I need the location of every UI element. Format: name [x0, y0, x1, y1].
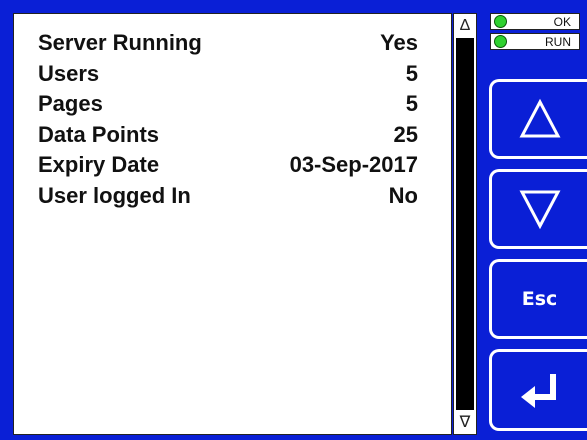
scroll-down-button[interactable]: ∇ [454, 410, 476, 434]
info-label: Data Points [38, 121, 160, 147]
info-value: No [388, 182, 418, 208]
info-row-expiry-date: Expiry Date 03-Sep-2017 [38, 150, 418, 181]
led-icon [494, 35, 507, 48]
enter-arrow-icon [520, 374, 556, 408]
info-value: 03-Sep-2017 [289, 152, 418, 177]
info-label: User logged In [38, 182, 191, 208]
triangle-down-icon [519, 190, 560, 230]
info-value: 25 [393, 121, 418, 147]
info-label: Users [38, 60, 100, 86]
scroll-track[interactable] [456, 38, 474, 410]
run-label: RUN [545, 34, 571, 49]
esc-button[interactable]: Esc [489, 259, 587, 339]
enter-button[interactable] [489, 349, 587, 431]
triangle-down-icon: ∇ [459, 414, 471, 431]
up-button[interactable] [489, 79, 587, 159]
scrollbar[interactable]: Δ ∇ [453, 13, 477, 435]
ok-label: OK [553, 14, 571, 29]
info-row-server-running: Server Running Yes [38, 28, 418, 59]
info-row-users: Users 5 [38, 59, 418, 90]
led-icon [494, 15, 507, 28]
scroll-up-button[interactable]: Δ [454, 14, 476, 38]
info-list: Server Running Yes Users 5 Pages 5 Data … [38, 28, 418, 211]
down-button[interactable] [489, 169, 587, 249]
info-label: Pages [38, 91, 103, 116]
triangle-up-icon: Δ [459, 17, 471, 34]
ok-indicator: OK [490, 13, 580, 30]
info-value: 5 [405, 60, 418, 86]
esc-label: Esc [521, 288, 558, 310]
info-value: Yes [380, 30, 418, 55]
info-value: 5 [405, 91, 418, 116]
info-label: Expiry Date [38, 152, 160, 177]
info-row-user-logged-in: User logged In No [38, 181, 418, 212]
info-row-data-points: Data Points 25 [38, 120, 418, 151]
run-indicator: RUN [490, 33, 580, 50]
hmi-screen: Server Running Yes Users 5 Pages 5 Data … [0, 0, 587, 440]
info-label: Server Running [38, 30, 202, 55]
triangle-up-icon [519, 98, 560, 138]
info-row-pages: Pages 5 [38, 89, 418, 120]
status-indicators: OK RUN [490, 13, 580, 53]
info-panel: Server Running Yes Users 5 Pages 5 Data … [13, 13, 452, 435]
